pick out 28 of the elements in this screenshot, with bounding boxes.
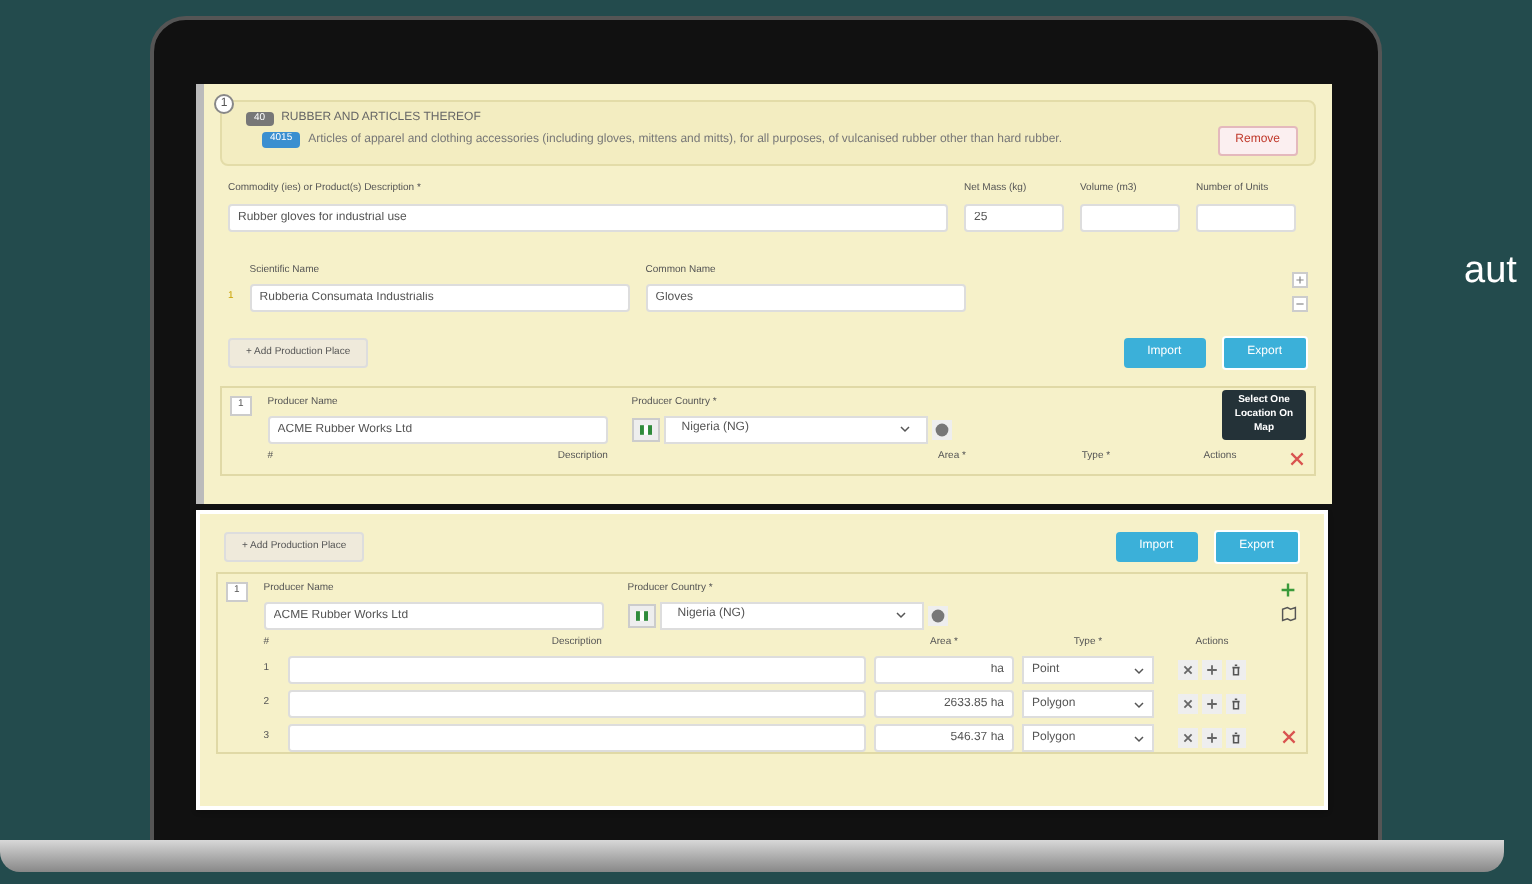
plus-icon [1202,728,1222,748]
map-icon [1279,606,1297,622]
chevron-icon [899,424,910,434]
chevron-icon [895,610,906,620]
minus-icon [1292,296,1308,312]
description-field[interactable] [287,690,866,718]
chevron-icon [1134,665,1144,675]
close-icon [1178,728,1198,748]
plus-icon [1202,660,1222,680]
chevron-icon [1134,733,1144,743]
plus-icon [1292,272,1308,288]
trash-icon [1226,728,1246,748]
close-icon [1289,452,1303,466]
description-field[interactable] [287,724,866,752]
trash-icon [1226,660,1246,680]
plus-icon [1202,694,1222,714]
close-icon [1178,660,1198,680]
trash-icon [1226,694,1246,714]
text-field[interactable] [1196,203,1296,231]
text-field[interactable] [1080,203,1180,231]
close-icon [1281,730,1295,744]
slogan-text: aut [1464,248,1517,296]
description-field[interactable] [287,656,866,684]
close-icon [1178,694,1198,714]
plus-icon [1280,582,1296,598]
flag-icon [631,417,660,441]
flag-icon [627,603,656,627]
chevron-icon [1134,699,1144,709]
